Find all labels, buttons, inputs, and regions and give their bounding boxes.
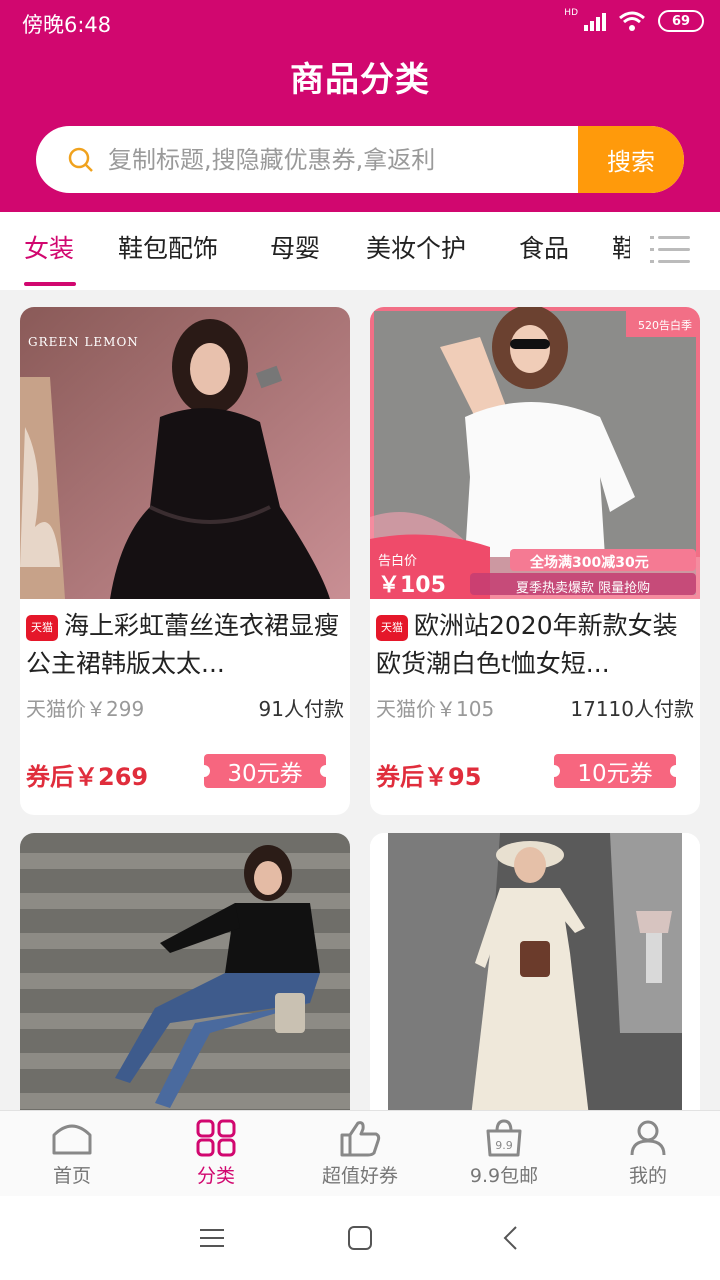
product-card[interactable]: 520告白季 告白价 ￥105 全场满300减30元 夏季热卖爆款 限量抢购 天… (370, 307, 700, 815)
tab-profile[interactable]: 我的 (588, 1119, 708, 1188)
home-icon (52, 1124, 92, 1155)
sales-count: 17110人付款 (570, 697, 694, 721)
bottom-tab-bar: 首页 分类 超值好券 9.9 9.9包邮 我的 (0, 1110, 720, 1196)
price-row: 天猫价￥299 91人付款 (26, 693, 344, 722)
user-icon (630, 1120, 666, 1156)
active-tab-indicator (24, 282, 76, 286)
signal-icon (584, 11, 606, 31)
image-promo: 全场满300减30元 (530, 555, 649, 571)
menu-icon[interactable] (196, 1222, 228, 1254)
category-menu-icon[interactable] (650, 236, 690, 266)
search-input[interactable] (108, 126, 598, 193)
tmall-badge: 天猫 (376, 615, 408, 641)
thumbs-up-icon (340, 1121, 381, 1157)
image-promo-sub: 夏季热卖爆款 限量抢购 (516, 581, 651, 596)
tab-category-label: 分类 (196, 1165, 235, 1187)
image-price: ￥105 (378, 573, 446, 598)
product-title: 天猫 欧洲站2020年新款女装欧货潮白色t恤女短... (376, 607, 696, 683)
search-bar: 搜索 (36, 126, 684, 193)
image-corner-tag: 520告白季 (638, 319, 692, 332)
after-coupon-price: 券后￥269 (26, 763, 149, 791)
search-icon (68, 147, 93, 172)
category-grid-icon (196, 1119, 236, 1157)
status-icons: HD 69 (558, 8, 704, 32)
network-label: HD (564, 8, 578, 18)
tab-home[interactable]: 首页 (12, 1119, 132, 1188)
product-card[interactable]: GREEN LEMON 天猫 海上彩虹蕾丝连衣裙显瘦公主裙韩版太太... 天猫价￥… (20, 307, 350, 815)
app-header: 傍晚6:48 HD 69 商品分类 搜索 (0, 0, 720, 212)
product-title-text: 海上彩虹蕾丝连衣裙显瘦公主裙韩版太太... (26, 611, 340, 678)
product-title: 天猫 海上彩虹蕾丝连衣裙显瘦公主裙韩版太太... (26, 607, 346, 683)
status-time: 傍晚6:48 (22, 13, 112, 37)
tab-beauty[interactable]: 美妆个护 (366, 229, 466, 265)
shopping-bag-icon: 9.9 (486, 1119, 522, 1157)
product-image-brand: GREEN LEMON (28, 335, 139, 349)
category-tabs: 女装 鞋包配饰 母婴 美妆个护 食品 鞋 (0, 212, 720, 290)
product-image (20, 833, 350, 1125)
page-title: 商品分类 (290, 60, 430, 100)
tab-category[interactable]: 分类 (156, 1119, 276, 1188)
product-title-text: 欧洲站2020年新款女装欧货潮白色t恤女短... (376, 611, 678, 678)
product-image (20, 307, 350, 599)
after-coupon-price: 券后￥95 (376, 763, 482, 791)
tab-coupons-label: 超值好券 (321, 1165, 398, 1187)
tab-mother-baby[interactable]: 母婴 (270, 229, 320, 265)
coupon-badge[interactable]: 30元券 (198, 754, 332, 788)
tmall-price: 天猫价￥105 (376, 697, 495, 721)
tab-food[interactable]: 食品 (519, 229, 569, 265)
system-nav-bar (0, 1196, 720, 1280)
battery-icon: 69 (658, 10, 704, 32)
tab-free-shipping-label: 9.9包邮 (469, 1165, 539, 1187)
price-row: 天猫价￥105 17110人付款 (376, 693, 694, 722)
tab-womens-clothing[interactable]: 女装 (24, 229, 74, 265)
shopping-bag-icon-text: 9.9 (495, 1139, 513, 1152)
tab-coupons[interactable]: 超值好券 (300, 1119, 420, 1188)
tab-shoes-bags[interactable]: 鞋包配饰 (118, 229, 218, 265)
tmall-price: 天猫价￥299 (26, 697, 145, 721)
back-arrow-icon[interactable] (496, 1222, 528, 1254)
coupon-badge[interactable]: 10元券 (548, 754, 682, 788)
tab-profile-label: 我的 (628, 1165, 667, 1187)
status-bar: 傍晚6:48 HD 69 (0, 0, 720, 44)
home-square-icon[interactable] (344, 1222, 376, 1254)
tab-free-shipping[interactable]: 9.9 9.9包邮 (444, 1119, 564, 1188)
sales-count: 91人付款 (258, 697, 344, 721)
battery-level: 69 (671, 13, 691, 29)
search-button[interactable]: 搜索 (578, 126, 684, 193)
wifi-icon (619, 11, 645, 31)
tab-home-label: 首页 (52, 1165, 91, 1187)
product-image (370, 833, 700, 1125)
tmall-badge: 天猫 (26, 615, 58, 641)
